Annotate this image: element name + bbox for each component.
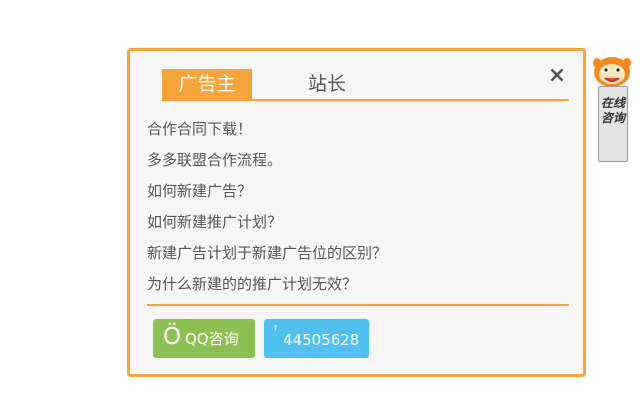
faq-item-plan-vs-slot[interactable]: 新建广告计划于新建广告位的区别？	[147, 243, 567, 274]
tab-bar: 广告主 站长	[162, 69, 569, 101]
qq-consult-label: QQ咨询	[185, 330, 239, 348]
online-consult-tab[interactable]: 在线咨询	[598, 86, 628, 162]
faq-item-plan-invalid[interactable]: 为什么新建的的推广计划无效？	[147, 274, 567, 305]
tab-advertiser[interactable]: 广告主	[162, 69, 252, 99]
online-consult-label: 在线咨询	[600, 96, 625, 125]
faq-item-cooperation-process[interactable]: 多多联盟合作流程。	[147, 150, 567, 181]
mascot-icon	[593, 57, 631, 87]
phone-icon: '	[273, 322, 278, 343]
consult-panel: × 广告主 站长 合作合同下载！ 多多联盟合作流程。 如何新建广告？ 如何新建推…	[127, 48, 586, 377]
faq-item-new-ad[interactable]: 如何新建广告？	[147, 181, 567, 212]
phone-number: 44505628	[283, 331, 360, 349]
qq-consult-button[interactable]: Ö QQ咨询	[153, 319, 255, 358]
online-consult-side-tab[interactable]: 在线咨询	[590, 46, 634, 164]
faq-list: 合作合同下载！ 多多联盟合作流程。 如何新建广告？ 如何新建推广计划？ 新建广告…	[147, 119, 567, 305]
phone-button[interactable]: ' 44505628	[264, 319, 369, 358]
qq-icon: Ö	[163, 324, 182, 350]
tab-webmaster[interactable]: 站长	[282, 69, 372, 99]
faq-item-contract-download[interactable]: 合作合同下载！	[147, 119, 567, 150]
divider	[147, 304, 569, 306]
faq-item-new-plan[interactable]: 如何新建推广计划？	[147, 212, 567, 243]
